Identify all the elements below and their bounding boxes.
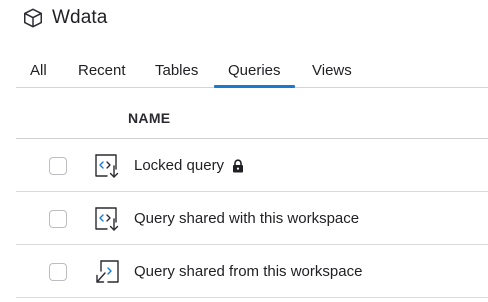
row-name-link[interactable]: Query shared with this workspace	[134, 210, 359, 227]
tab-bar: All Recent Tables Queries Views	[16, 58, 488, 88]
row-checkbox[interactable]	[49, 157, 67, 175]
app-root: Wdata All Recent Tables Queries Views NA…	[0, 0, 488, 302]
query-locked-icon	[95, 154, 119, 178]
page-title: Wdata	[52, 7, 108, 28]
column-header-name[interactable]: NAME	[128, 110, 170, 126]
table-row[interactable]: Query shared from this workspace	[16, 246, 488, 298]
tab-recent[interactable]: Recent	[78, 62, 126, 87]
row-name-link[interactable]: Query shared from this workspace	[134, 263, 362, 280]
row-checkbox[interactable]	[49, 210, 67, 228]
row-name-link[interactable]: Locked query	[134, 157, 244, 174]
row-label: Query shared from this workspace	[134, 263, 363, 280]
row-label: Query shared with this workspace	[134, 210, 360, 227]
tab-views[interactable]: Views	[312, 62, 352, 87]
lock-icon	[233, 158, 244, 172]
table-header: NAME	[16, 98, 488, 139]
row-checkbox[interactable]	[49, 263, 67, 281]
table-row[interactable]: Locked query	[16, 140, 488, 192]
tab-tables[interactable]: Tables	[155, 62, 198, 87]
tab-all[interactable]: All	[30, 62, 47, 87]
row-label: Locked query	[134, 157, 225, 174]
query-shared-from-icon	[96, 260, 119, 283]
page-header: Wdata	[22, 4, 107, 32]
tab-queries[interactable]: Queries	[214, 62, 294, 88]
query-shared-with-icon	[95, 207, 119, 231]
cube-icon	[24, 8, 42, 28]
table-row[interactable]: Query shared with this workspace	[16, 193, 488, 245]
